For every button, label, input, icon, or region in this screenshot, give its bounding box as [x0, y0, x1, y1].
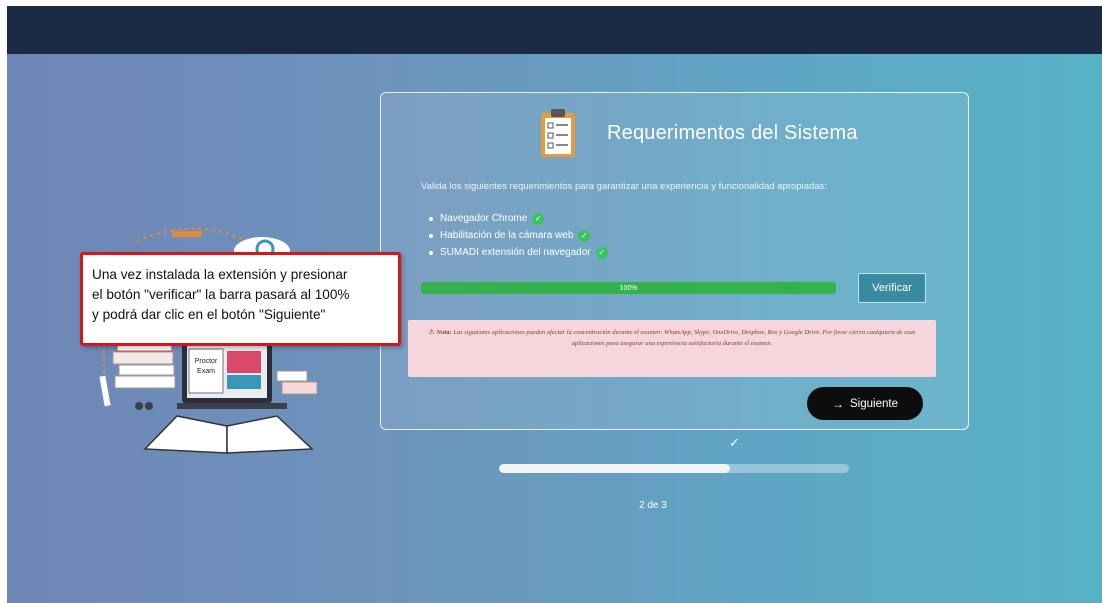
app-frame: Proctor Exam Requerimentos del Sistema V… — [7, 6, 1102, 603]
requirement-label: Navegador Chrome — [440, 213, 528, 224]
verify-button[interactable]: Verificar — [858, 273, 926, 303]
callout-line-3: y podrá dar clic en el botón "Siguiente" — [92, 307, 326, 322]
check-circle-icon: ✓ — [595, 246, 608, 259]
requirements-description: Valida los siguientes requerimientos par… — [421, 181, 827, 192]
note-text: Las siguientes aplicaciones pueden afect… — [453, 329, 916, 347]
requirement-item-webcam: Habilitación de la cámara web ✓ — [429, 227, 608, 244]
note-prefix: Nota: — [436, 329, 452, 336]
verification-progress-bar: 100% — [421, 282, 836, 294]
bullet — [429, 250, 433, 255]
step-counter: 2 de 3 — [639, 500, 667, 511]
steps-progress-bar — [499, 464, 849, 473]
check-circle-icon: ✓ — [578, 229, 591, 242]
book-label-proctor: Proctor — [195, 358, 218, 365]
requirement-label: Habilitación de la cámara web — [440, 230, 574, 241]
next-button[interactable]: → Siguiente — [807, 387, 923, 420]
callout-line-1: Una vez instalada la extensión y presion… — [92, 267, 348, 282]
warning-icon: ⚠ — [428, 328, 435, 336]
requirement-label: SUMADI extensión del navegador — [440, 247, 591, 258]
next-button-label: Siguiente — [850, 397, 898, 410]
steps-progress-fill — [499, 464, 730, 473]
requirement-item-chrome: Navegador Chrome ✓ — [429, 210, 608, 227]
card-header: Requerimentos del Sistema — [539, 107, 858, 159]
book-label-exam: Exam — [197, 368, 215, 375]
card-title: Requerimentos del Sistema — [607, 121, 858, 144]
requirement-item-extension: SUMADI extensión del navegador ✓ — [429, 244, 608, 261]
progress-fill: 100% — [421, 282, 836, 294]
system-requirements-card: Requerimentos del Sistema Valida los sig… — [380, 92, 969, 430]
requirements-list: Navegador Chrome ✓ Habilitación de la cá… — [429, 210, 608, 261]
checkmark-icon: ✓ — [729, 436, 740, 451]
warning-note: ⚠ Nota: Las siguientes aplicaciones pued… — [408, 320, 936, 377]
callout-line-2: el botón "verificar" la barra pasará al … — [92, 287, 350, 302]
bullet — [429, 216, 433, 221]
instruction-callout: Una vez instalada la extensión y presion… — [80, 252, 401, 346]
top-navbar — [7, 6, 1102, 54]
clipboard-icon — [541, 109, 575, 157]
arrow-right-icon: → — [832, 396, 845, 411]
progress-label: 100% — [619, 284, 638, 292]
bullet — [429, 233, 433, 238]
check-circle-icon: ✓ — [532, 212, 545, 225]
